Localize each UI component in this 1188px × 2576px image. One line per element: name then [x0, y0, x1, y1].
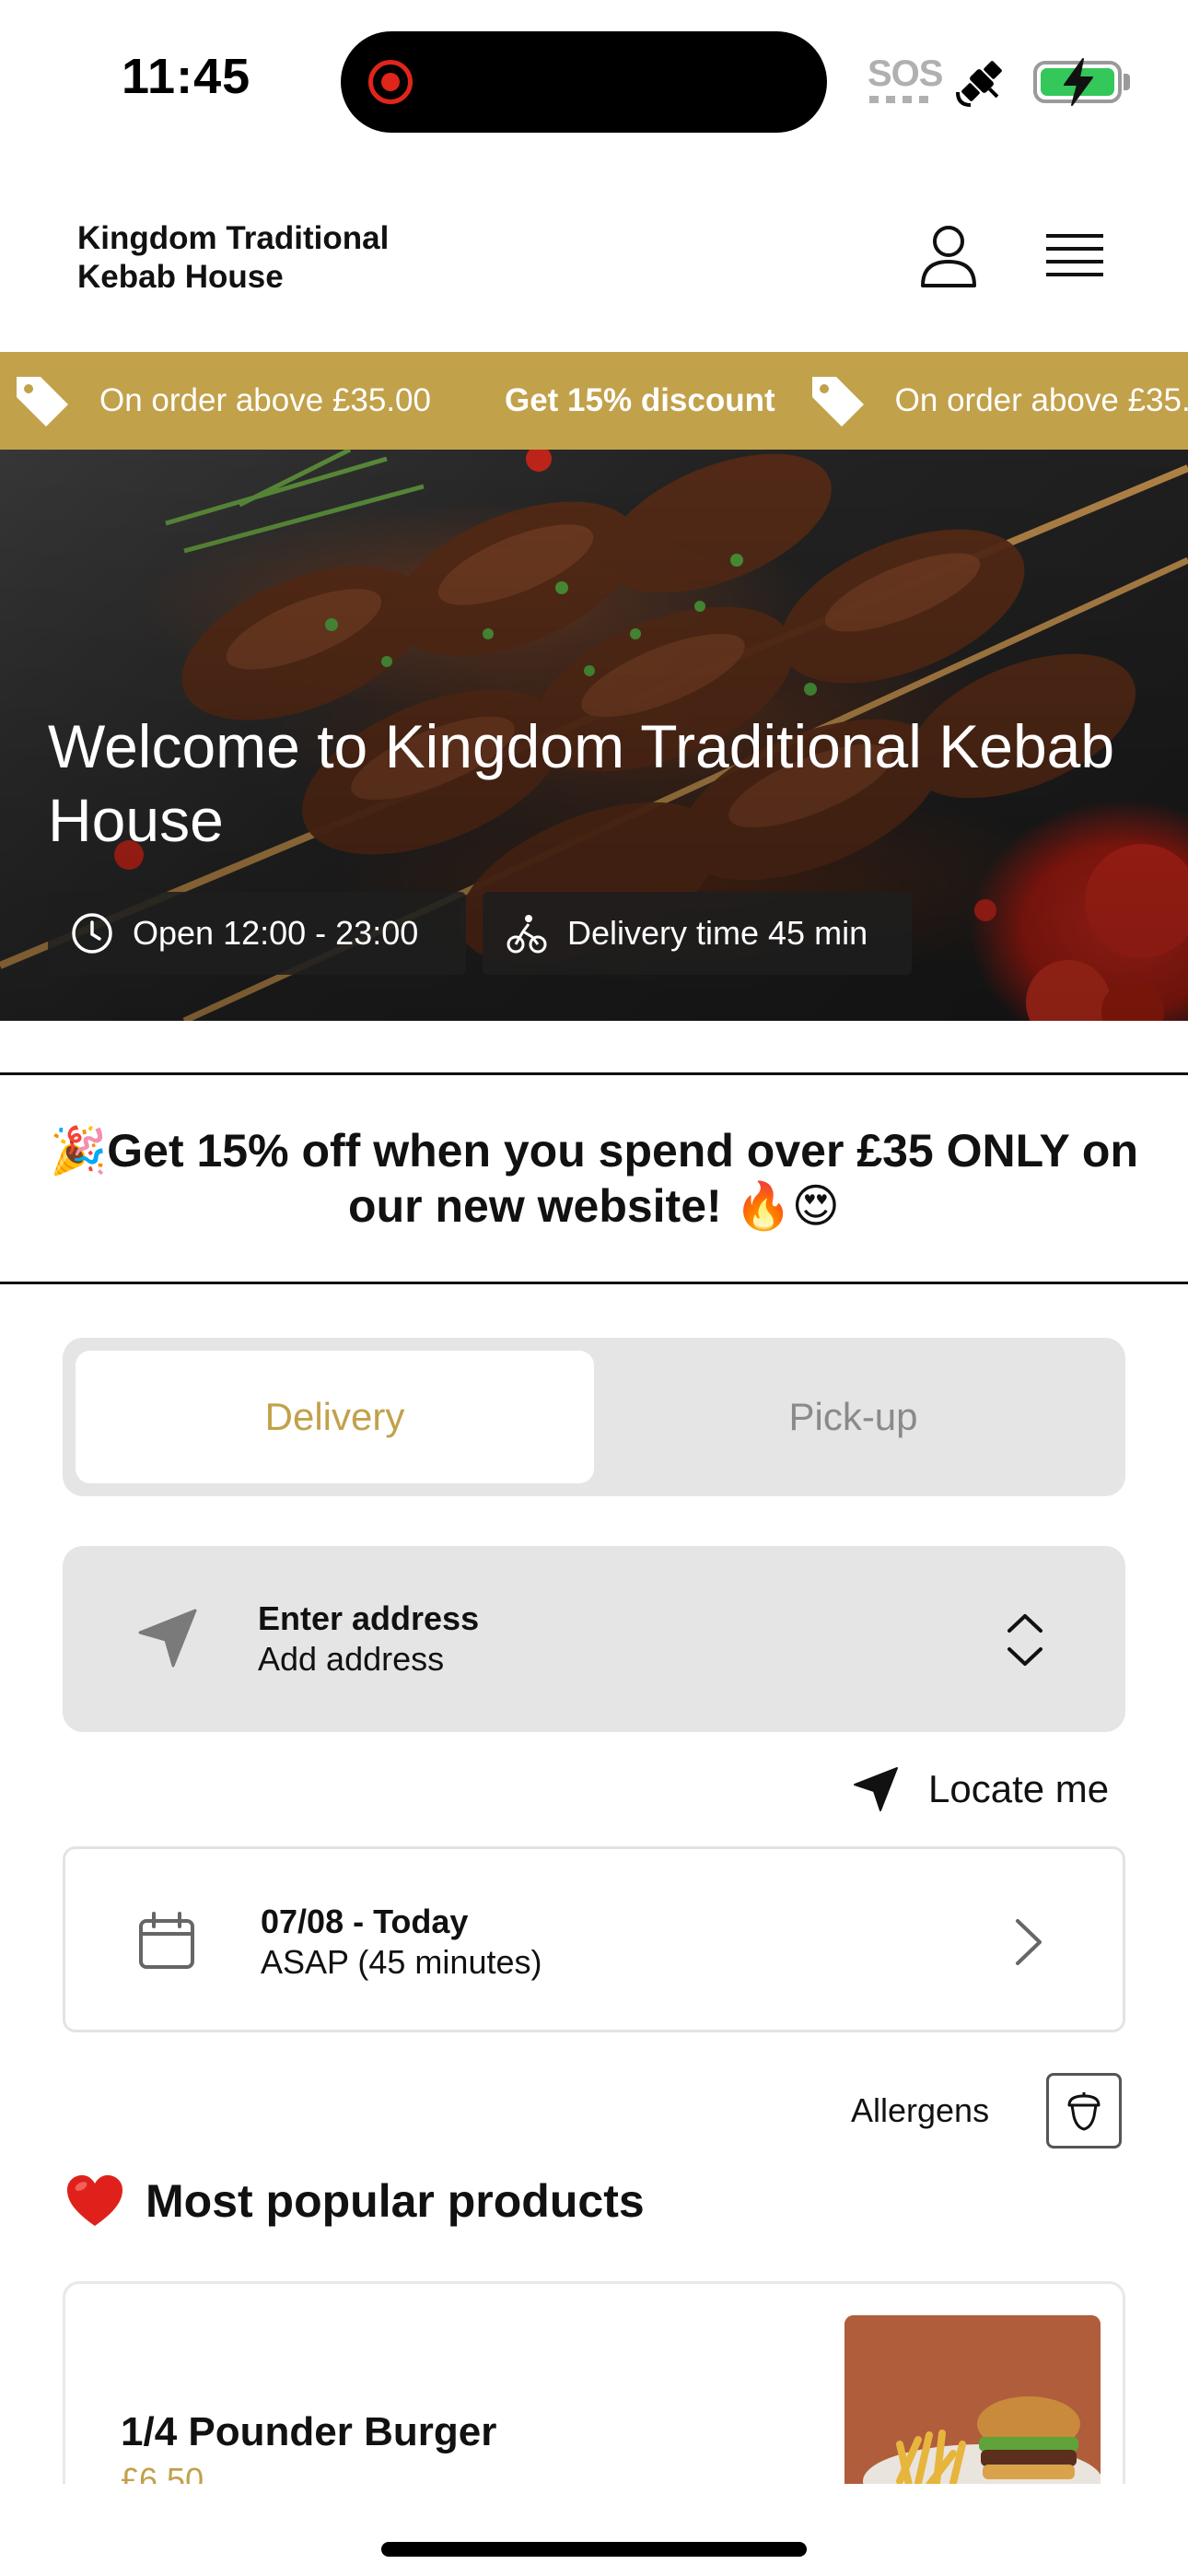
delivery-time-text: Delivery time 45 min [567, 914, 868, 952]
address-title: Enter address [258, 1599, 480, 1637]
tag-icon [811, 377, 864, 427]
menu-icon[interactable] [1044, 230, 1105, 282]
address-selector[interactable]: Enter address Add address [63, 1546, 1125, 1732]
delivery-time-chip: Delivery time 45 min [483, 892, 912, 975]
hero-banner: Welcome to Kingdom Traditional Kebab Hou… [0, 450, 1188, 1021]
site-header: Kingdom Traditional Kebab House [0, 157, 1188, 352]
chevron-right-icon [1016, 1919, 1042, 1965]
ribbon-text: On order above £35.00 [99, 382, 431, 418]
popular-title-text: Most popular products [146, 2175, 645, 2227]
status-time: 11:45 [122, 49, 251, 104]
order-mode-toggle: Delivery Pick-up [63, 1338, 1125, 1496]
calendar-icon [139, 1912, 194, 1969]
product-price: £6.50 [121, 2461, 204, 2484]
signal-dots-icon [869, 96, 930, 103]
allergens-label: Allergens [851, 2091, 990, 2129]
brand-name[interactable]: Kingdom Traditional Kebab House [77, 219, 464, 297]
brand-line-1: Kingdom Traditional [77, 220, 390, 256]
user-icon[interactable] [917, 223, 980, 289]
schedule-selector[interactable]: 07/08 - Today ASAP (45 minutes) [63, 1846, 1125, 2032]
ribbon-text-repeat: On order above £35.00 [894, 382, 1188, 418]
chevron-up-down-icon [1007, 1614, 1042, 1666]
dynamic-island [341, 31, 827, 133]
address-subtitle: Add address [258, 1640, 445, 1678]
promo-announcement: 🎉Get 15% off when you spend over £35 ONL… [0, 1072, 1188, 1284]
schedule-date: 07/08 - Today [261, 1903, 469, 1940]
satellite-icon [956, 61, 1002, 107]
opening-hours-text: Open 12:00 - 23:00 [133, 914, 419, 952]
home-indicator[interactable] [381, 2542, 807, 2557]
clock-icon [72, 913, 112, 954]
tab-delivery[interactable]: Delivery [76, 1351, 594, 1483]
locate-me-label: Locate me [928, 1767, 1110, 1810]
allergens-button[interactable] [1046, 2073, 1122, 2149]
product-card[interactable]: 1/4 Pounder Burger £6.50 [63, 2281, 1125, 2484]
acorn-icon [1067, 2092, 1101, 2131]
opening-hours-chip: Open 12:00 - 23:00 [48, 892, 466, 975]
promo-ribbon: On order above £35.00 Get 15% discount O… [0, 352, 1188, 450]
product-image [844, 2315, 1101, 2484]
hero-title: Welcome to Kingdom Traditional Kebab Hou… [48, 712, 1115, 854]
sos-indicator: SOS [868, 53, 943, 94]
schedule-time: ASAP (45 minutes) [261, 1943, 542, 1981]
burger-fries-illustration [844, 2315, 1101, 2484]
ribbon-track: On order above £35.00 Get 15% discount O… [0, 352, 1188, 450]
navigation-arrow-icon [138, 1609, 197, 1668]
status-bar: 11:45 SOS [0, 0, 1188, 157]
recording-icon [368, 60, 413, 104]
heart-icon [67, 2175, 122, 2226]
charging-bolt-icon [1064, 58, 1093, 106]
location-arrow-icon [854, 1767, 898, 1811]
tag-icon [17, 377, 68, 427]
product-list-viewport: 1/4 Pounder Burger £6.50 [0, 2276, 1188, 2484]
announcement-text: 🎉Get 15% off when you spend over £35 ONL… [50, 1125, 1138, 1232]
courier-bike-icon [507, 915, 547, 954]
brand-line-2: Kebab House [77, 259, 284, 295]
locate-me-button[interactable]: Locate me [851, 1762, 1109, 1817]
battery-nub [1124, 74, 1130, 90]
popular-section-title: Most popular products [64, 2172, 645, 2230]
product-name: 1/4 Pounder Burger [121, 2409, 497, 2454]
ribbon-highlight: Get 15% discount [504, 382, 775, 418]
tab-pickup[interactable]: Pick-up [594, 1351, 1112, 1483]
